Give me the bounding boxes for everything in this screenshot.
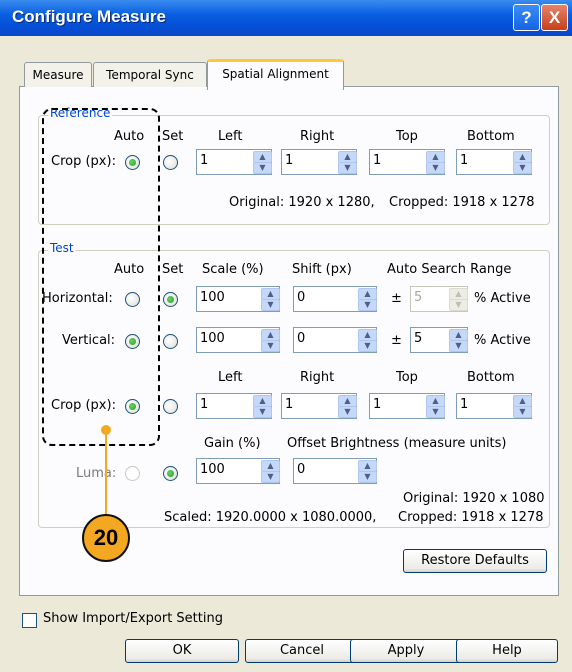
horizontal-active-label: % Active (474, 291, 531, 306)
horizontal-plus-minus: ± (391, 291, 402, 306)
ref-crop-bottom-spinbox[interactable]: 1 ▲ ▼ (456, 149, 532, 175)
window-title: Configure Measure (12, 7, 166, 26)
callout-line (105, 430, 107, 516)
test-crop-left-spinbox[interactable]: 1 ▲ ▼ (196, 393, 272, 419)
vertical-active-label: % Active (474, 333, 531, 348)
test-crop-top-spinbox[interactable]: 1 ▲ ▼ (369, 393, 445, 419)
test-crop-left-value: 1 (200, 397, 209, 412)
offset-header: Offset Brightness (measure units) (287, 436, 507, 451)
vertical-scale-spinbox[interactable]: 100 ▲ ▼ (196, 327, 280, 353)
test-crop-top-value: 1 (373, 397, 382, 412)
horizontal-scale-value: 100 (200, 290, 225, 305)
test-set-header: Set (162, 262, 184, 277)
tab-temporal-sync[interactable]: Temporal Sync (93, 62, 207, 87)
test-crop-bottom-value: 1 (460, 397, 469, 412)
ref-crop-bottom-value: 1 (460, 153, 469, 168)
spin-down-icon[interactable]: ▼ (513, 162, 532, 174)
help-title-button[interactable]: ? (513, 4, 540, 31)
spin-down-icon[interactable]: ▼ (358, 471, 377, 483)
spin-down-icon[interactable]: ▼ (338, 162, 357, 174)
test-scaled-text: Scaled: 1920.0000 x 1080.0000, (164, 510, 377, 525)
callout-number-badge: 20 (82, 514, 130, 562)
test-crop-bottom-spinbox[interactable]: 1 ▲ ▼ (456, 393, 532, 419)
test-crop-set-radio[interactable] (163, 399, 178, 414)
vertical-scale-value: 100 (200, 331, 225, 346)
spin-down-icon[interactable]: ▼ (261, 299, 280, 311)
vertical-range-value: 5 (414, 331, 423, 346)
spin-down-icon[interactable]: ▼ (358, 299, 377, 311)
spin-down-icon[interactable]: ▼ (449, 340, 468, 352)
ref-crop-right-value: 1 (285, 153, 294, 168)
test-crop-right-spinbox[interactable]: 1 ▲ ▼ (281, 393, 357, 419)
close-button[interactable]: X (541, 4, 568, 31)
ref-crop-left-spinbox[interactable]: 1 ▲ ▼ (196, 149, 272, 175)
test-shift-header: Shift (px) (292, 262, 352, 277)
offset-spinbox[interactable]: 0 ▲ ▼ (293, 458, 377, 484)
ref-crop-top-value: 1 (373, 153, 382, 168)
spin-down-icon[interactable]: ▼ (253, 162, 272, 174)
spin-down-icon[interactable]: ▼ (426, 162, 445, 174)
spin-down-icon[interactable]: ▼ (426, 406, 445, 418)
ref-crop-top-spinbox[interactable]: 1 ▲ ▼ (369, 149, 445, 175)
horizontal-range-value: 5 (414, 290, 423, 305)
apply-button[interactable]: Apply (350, 639, 462, 663)
test-right-header: Right (300, 370, 335, 385)
ref-crop-right-spinbox[interactable]: 1 ▲ ▼ (281, 149, 357, 175)
tab-spatial-alignment[interactable]: Spatial Alignment (207, 59, 344, 90)
luma-label: Luma: (76, 466, 117, 481)
spin-down-icon[interactable]: ▼ (261, 471, 280, 483)
spin-down-icon[interactable]: ▼ (261, 340, 280, 352)
test-crop-right-value: 1 (285, 397, 294, 412)
restore-defaults-button[interactable]: Restore Defaults (403, 549, 547, 573)
spin-down-icon[interactable]: ▼ (358, 340, 377, 352)
cancel-button[interactable]: Cancel (245, 639, 359, 663)
luma-set-radio[interactable] (163, 466, 178, 481)
gain-value: 100 (200, 462, 225, 477)
gain-header: Gain (%) (204, 436, 261, 451)
horizontal-shift-spinbox[interactable]: 0 ▲ ▼ (293, 286, 377, 312)
ref-right-header: Right (300, 129, 335, 144)
test-top-header: Top (396, 370, 418, 385)
ref-crop-left-value: 1 (200, 153, 209, 168)
test-bottom-header: Bottom (467, 370, 515, 385)
tab-measure[interactable]: Measure (24, 62, 92, 87)
gain-spinbox[interactable]: 100 ▲ ▼ (196, 458, 280, 484)
spin-down-icon: ▼ (449, 299, 468, 311)
test-scale-header: Scale (%) (202, 262, 264, 277)
test-original-text: Original: 1920 x 1080 (403, 491, 545, 506)
ref-original-text: Original: 1920 x 1280, (229, 195, 375, 210)
vertical-range-spinbox[interactable]: 5 ▲ ▼ (410, 327, 468, 353)
show-import-export-checkbox[interactable] (22, 613, 37, 628)
ref-bottom-header: Bottom (467, 129, 515, 144)
test-left-header: Left (218, 370, 243, 385)
ref-top-header: Top (396, 129, 418, 144)
ok-button[interactable]: OK (125, 639, 239, 663)
test-auto-search-header: Auto Search Range (387, 262, 512, 277)
test-cropped-text: Cropped: 1918 x 1278 (398, 510, 544, 525)
horizontal-shift-value: 0 (297, 290, 306, 305)
show-import-export-label: Show Import/Export Setting (43, 611, 223, 626)
horizontal-set-radio[interactable] (163, 292, 178, 307)
spin-down-icon[interactable]: ▼ (338, 406, 357, 418)
spin-down-icon[interactable]: ▼ (513, 406, 532, 418)
vertical-shift-spinbox[interactable]: 0 ▲ ▼ (293, 327, 377, 353)
luma-auto-radio (125, 466, 140, 481)
vertical-plus-minus: ± (391, 333, 402, 348)
help-button[interactable]: Help (456, 639, 558, 663)
horizontal-scale-spinbox[interactable]: 100 ▲ ▼ (196, 286, 280, 312)
offset-value: 0 (297, 462, 306, 477)
ref-left-header: Left (218, 129, 243, 144)
vertical-shift-value: 0 (297, 331, 306, 346)
vertical-set-radio[interactable] (163, 334, 178, 349)
auto-column-highlight (42, 108, 160, 446)
spin-down-icon[interactable]: ▼ (253, 406, 272, 418)
ref-cropped-text: Cropped: 1918 x 1278 (389, 195, 535, 210)
ref-set-header: Set (162, 129, 184, 144)
horizontal-range-spinbox: 5 ▲ ▼ (410, 286, 468, 312)
ref-crop-set-radio[interactable] (163, 155, 178, 170)
